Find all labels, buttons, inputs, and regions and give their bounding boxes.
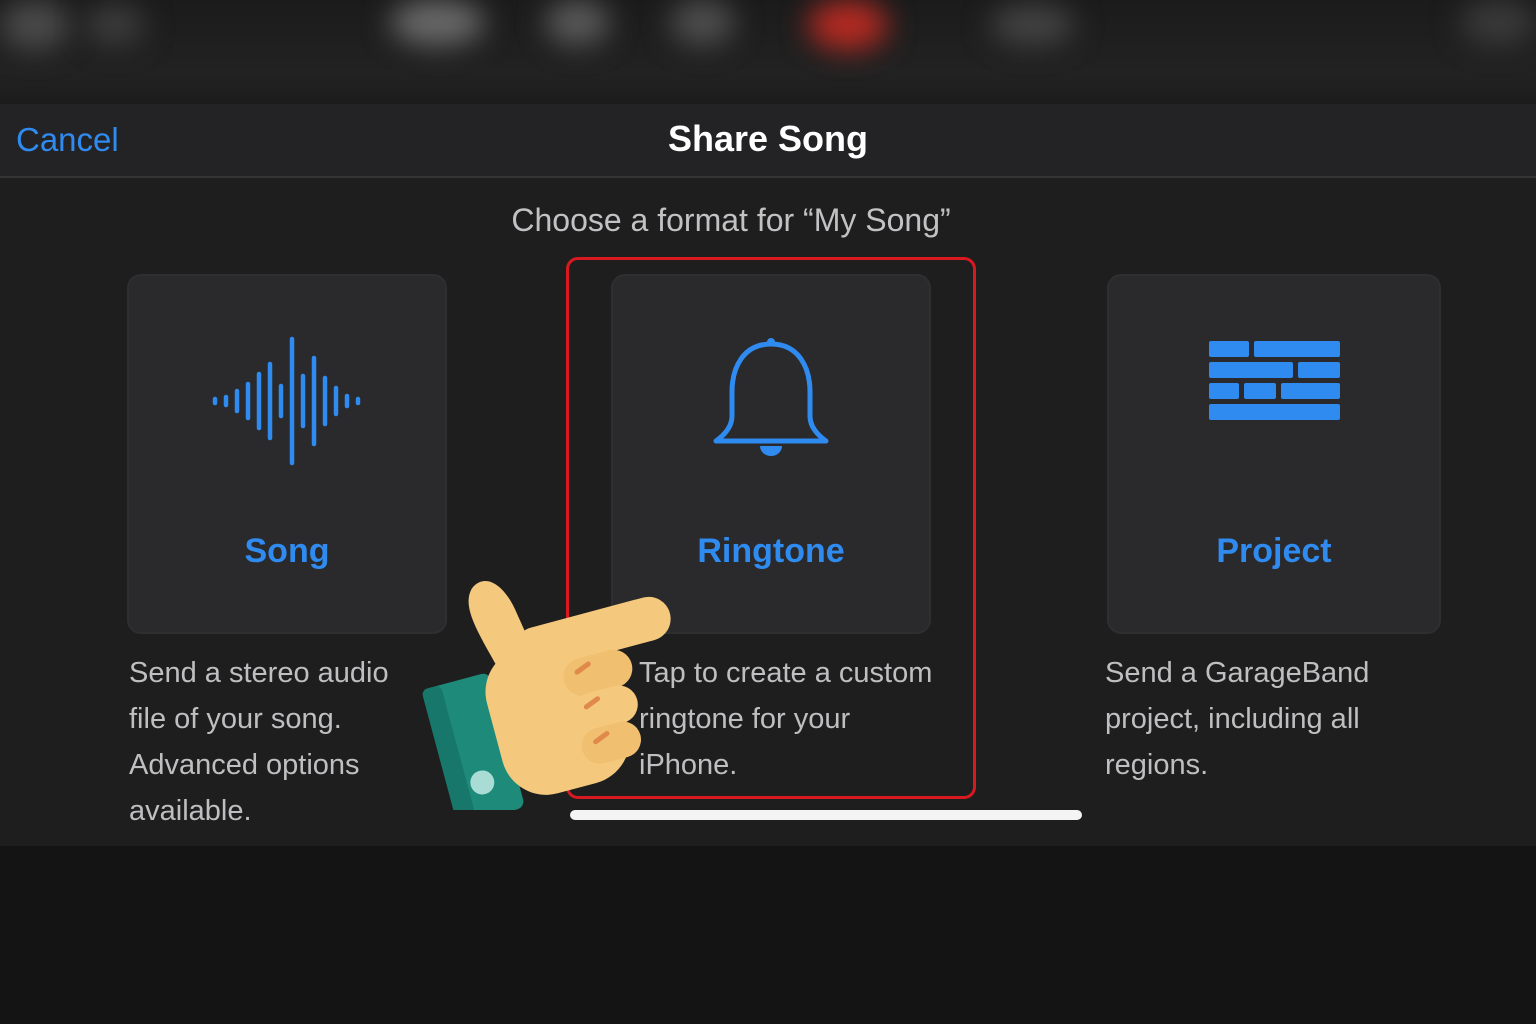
pointing-hand-icon: [422, 581, 671, 810]
share-song-sheet: Cancel Share Song Choose a format for “M…: [0, 104, 1536, 846]
blurred-toolbar-background: [0, 0, 1536, 104]
project-option-label: Project: [1216, 532, 1332, 570]
waveform-icon: [129, 336, 445, 466]
navigation-bar: Cancel Share Song: [0, 104, 1536, 178]
bottom-background: [0, 846, 1536, 1024]
song-option-card[interactable]: Song: [127, 274, 447, 634]
project-option-card[interactable]: Project: [1107, 274, 1441, 634]
home-indicator: [570, 810, 1082, 820]
format-prompt: Choose a format for “My Song”: [511, 202, 951, 238]
song-option-description: Send a stereo audio file of your song. A…: [129, 657, 389, 827]
song-option-label: Song: [244, 532, 330, 570]
tracks-grid-icon: [1109, 336, 1439, 466]
project-option-description: Send a GarageBand project, including all…: [1105, 657, 1370, 781]
page-title: Share Song: [667, 118, 869, 159]
